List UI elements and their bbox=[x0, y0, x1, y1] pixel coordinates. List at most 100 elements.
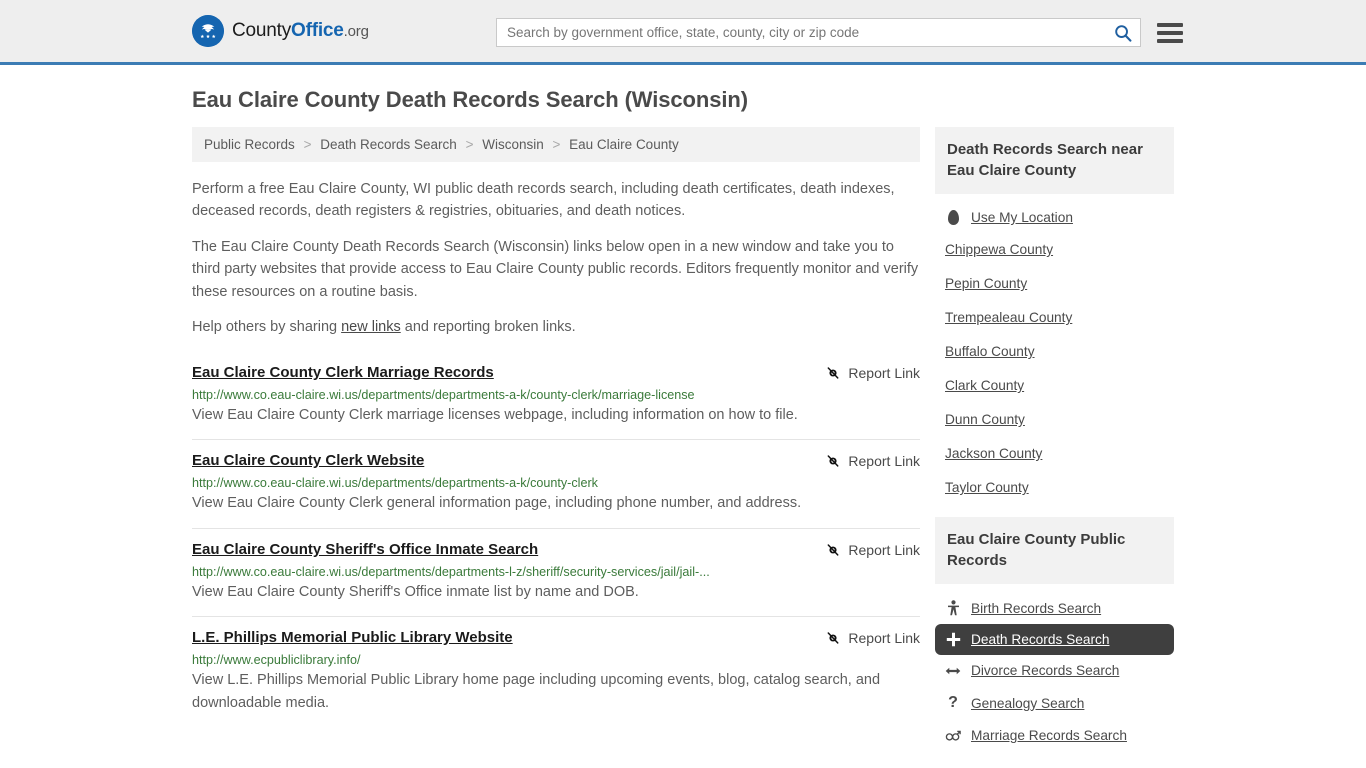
public-records-panel-body: Birth Records Search Death Records Searc… bbox=[935, 584, 1174, 751]
result-title-link[interactable]: Eau Claire County Clerk Website bbox=[192, 452, 424, 469]
hamburger-bar bbox=[1157, 22, 1183, 27]
result-title-link[interactable]: L.E. Phillips Memorial Public Library We… bbox=[192, 629, 513, 646]
report-link-label: Report Link bbox=[848, 453, 920, 470]
result-item: Eau Claire County Sheriff's Office Inmat… bbox=[192, 529, 920, 618]
sidebar-item-death-records-search[interactable]: Death Records Search bbox=[935, 624, 1174, 655]
sidebar: Death Records Search near Eau Claire Cou… bbox=[935, 127, 1174, 763]
use-my-location-row[interactable]: Use My Location bbox=[935, 202, 1174, 233]
logo-text-county: County bbox=[232, 20, 292, 41]
hamburger-menu-icon[interactable] bbox=[1157, 22, 1183, 43]
broken-link-icon bbox=[825, 630, 841, 646]
county-link[interactable]: Pepin County bbox=[945, 276, 1027, 291]
sidebar-item-marriage-records-search[interactable]: Marriage Records Search bbox=[935, 720, 1174, 751]
hamburger-bar bbox=[1157, 38, 1183, 43]
logo-wordmark: CountyOffice.org bbox=[232, 20, 369, 42]
sidebar-county-buffalo[interactable]: Buffalo County bbox=[935, 335, 1174, 369]
site-header: CountyOffice.org bbox=[0, 0, 1366, 65]
sidebar-item-label[interactable]: Death Records Search bbox=[971, 632, 1109, 647]
result-url[interactable]: http://www.ecpubliclibrary.info/ bbox=[192, 653, 920, 667]
result-header: Eau Claire County Sheriff's Office Inmat… bbox=[192, 541, 920, 558]
result-description: View Eau Claire County Sheriff's Office … bbox=[192, 583, 639, 600]
result-description: View Eau Claire County Clerk general inf… bbox=[192, 495, 802, 512]
question-mark-icon: ? bbox=[948, 694, 958, 711]
intro-paragraph-2: The Eau Claire County Death Records Sear… bbox=[192, 238, 919, 300]
sidebar-county-jackson[interactable]: Jackson County bbox=[935, 437, 1174, 471]
county-link[interactable]: Taylor County bbox=[945, 480, 1029, 495]
content-columns: Public Records > Death Records Search > … bbox=[192, 127, 1174, 768]
sidebar-county-dunn[interactable]: Dunn County bbox=[935, 403, 1174, 437]
sidebar-item-genealogy-search[interactable]: ? Genealogy Search bbox=[935, 686, 1174, 720]
report-link-label: Report Link bbox=[848, 541, 920, 558]
male-female-symbol-icon bbox=[945, 729, 961, 743]
result-header: Eau Claire County Clerk Marriage Records… bbox=[192, 364, 920, 381]
search-icon[interactable] bbox=[1114, 24, 1132, 42]
county-link[interactable]: Buffalo County bbox=[945, 344, 1035, 359]
sidebar-item-label[interactable]: Marriage Records Search bbox=[971, 728, 1127, 743]
result-description: View Eau Claire County Clerk marriage li… bbox=[192, 406, 798, 423]
result-item: Eau Claire County Clerk Website Report L… bbox=[192, 440, 920, 529]
county-link[interactable]: Jackson County bbox=[945, 446, 1042, 461]
sidebar-county-pepin[interactable]: Pepin County bbox=[935, 267, 1174, 301]
search-box[interactable] bbox=[496, 18, 1141, 47]
breadcrumb-item-death-records-search[interactable]: Death Records Search bbox=[320, 137, 457, 152]
new-links-link[interactable]: new links bbox=[341, 319, 401, 335]
result-item: L.E. Phillips Memorial Public Library We… bbox=[192, 617, 920, 727]
main-content: Public Records > Death Records Search > … bbox=[192, 127, 920, 768]
breadcrumb-item-eau-claire-county[interactable]: Eau Claire County bbox=[569, 137, 679, 152]
use-my-location-link[interactable]: Use My Location bbox=[971, 210, 1073, 225]
result-url[interactable]: http://www.co.eau-claire.wi.us/departmen… bbox=[192, 476, 920, 490]
breadcrumb-separator: > bbox=[303, 137, 312, 152]
report-link-label: Report Link bbox=[848, 364, 920, 381]
sidebar-county-trempealeau[interactable]: Trempealeau County bbox=[935, 301, 1174, 335]
site-logo[interactable]: CountyOffice.org bbox=[192, 15, 369, 47]
sidebar-item-label[interactable]: Birth Records Search bbox=[971, 601, 1101, 616]
report-link-button[interactable]: Report Link bbox=[825, 630, 920, 646]
public-records-panel-title: Eau Claire County Public Records bbox=[935, 517, 1174, 584]
page-title: Eau Claire County Death Records Search (… bbox=[192, 87, 748, 112]
sidebar-item-label[interactable]: Genealogy Search bbox=[971, 696, 1084, 711]
nearby-panel-title: Death Records Search near Eau Claire Cou… bbox=[935, 127, 1174, 194]
result-url[interactable]: http://www.co.eau-claire.wi.us/departmen… bbox=[192, 388, 920, 402]
sidebar-item-birth-records-search[interactable]: Birth Records Search bbox=[935, 592, 1174, 624]
left-right-arrow-icon bbox=[945, 665, 961, 677]
result-header: Eau Claire County Clerk Website Report L… bbox=[192, 452, 920, 469]
broken-link-icon bbox=[825, 542, 841, 558]
help-suffix: and reporting broken links. bbox=[400, 319, 576, 336]
county-link[interactable]: Dunn County bbox=[945, 412, 1025, 427]
county-link[interactable]: Clark County bbox=[945, 378, 1024, 393]
page-container: Eau Claire County Death Records Search (… bbox=[0, 87, 1366, 768]
help-prefix: Help others by sharing bbox=[192, 319, 342, 336]
sidebar-item-label[interactable]: Divorce Records Search bbox=[971, 663, 1119, 678]
sidebar-county-taylor[interactable]: Taylor County bbox=[935, 471, 1174, 505]
result-title-link[interactable]: Eau Claire County Sheriff's Office Inmat… bbox=[192, 541, 538, 558]
result-url[interactable]: http://www.co.eau-claire.wi.us/departmen… bbox=[192, 565, 920, 579]
report-link-button[interactable]: Report Link bbox=[825, 453, 920, 469]
nearby-panel-body: Use My Location Chippewa County Pepin Co… bbox=[935, 194, 1174, 505]
breadcrumb: Public Records > Death Records Search > … bbox=[192, 127, 920, 162]
report-link-button[interactable]: Report Link bbox=[825, 542, 920, 558]
public-records-panel: Eau Claire County Public Records Birth R… bbox=[935, 517, 1174, 751]
result-title-link[interactable]: Eau Claire County Clerk Marriage Records bbox=[192, 364, 494, 381]
county-link[interactable]: Chippewa County bbox=[945, 242, 1053, 257]
county-link[interactable]: Trempealeau County bbox=[945, 310, 1072, 325]
breadcrumb-item-wisconsin[interactable]: Wisconsin bbox=[482, 137, 544, 152]
broken-link-icon bbox=[825, 453, 841, 469]
breadcrumb-separator: > bbox=[465, 137, 474, 152]
cross-plus-icon bbox=[945, 632, 961, 647]
report-link-button[interactable]: Report Link bbox=[825, 365, 920, 381]
sidebar-county-chippewa[interactable]: Chippewa County bbox=[935, 233, 1174, 267]
result-description: View L.E. Phillips Memorial Public Libra… bbox=[192, 672, 881, 711]
result-header: L.E. Phillips Memorial Public Library We… bbox=[192, 629, 920, 646]
nearby-searches-panel: Death Records Search near Eau Claire Cou… bbox=[935, 127, 1174, 505]
report-link-label: Report Link bbox=[848, 630, 920, 647]
search-input[interactable] bbox=[505, 24, 1114, 41]
breadcrumb-item-public-records[interactable]: Public Records bbox=[204, 137, 295, 152]
sidebar-item-divorce-records-search[interactable]: Divorce Records Search bbox=[935, 655, 1174, 686]
map-pin-icon bbox=[945, 210, 961, 225]
sidebar-county-clark[interactable]: Clark County bbox=[935, 369, 1174, 403]
intro-paragraph-1: Perform a free Eau Claire County, WI pub… bbox=[192, 181, 895, 220]
help-paragraph: Help others by sharing new links and rep… bbox=[192, 316, 920, 338]
header-search-area bbox=[496, 18, 1183, 47]
hamburger-bar bbox=[1157, 30, 1183, 35]
breadcrumb-separator: > bbox=[552, 137, 561, 152]
